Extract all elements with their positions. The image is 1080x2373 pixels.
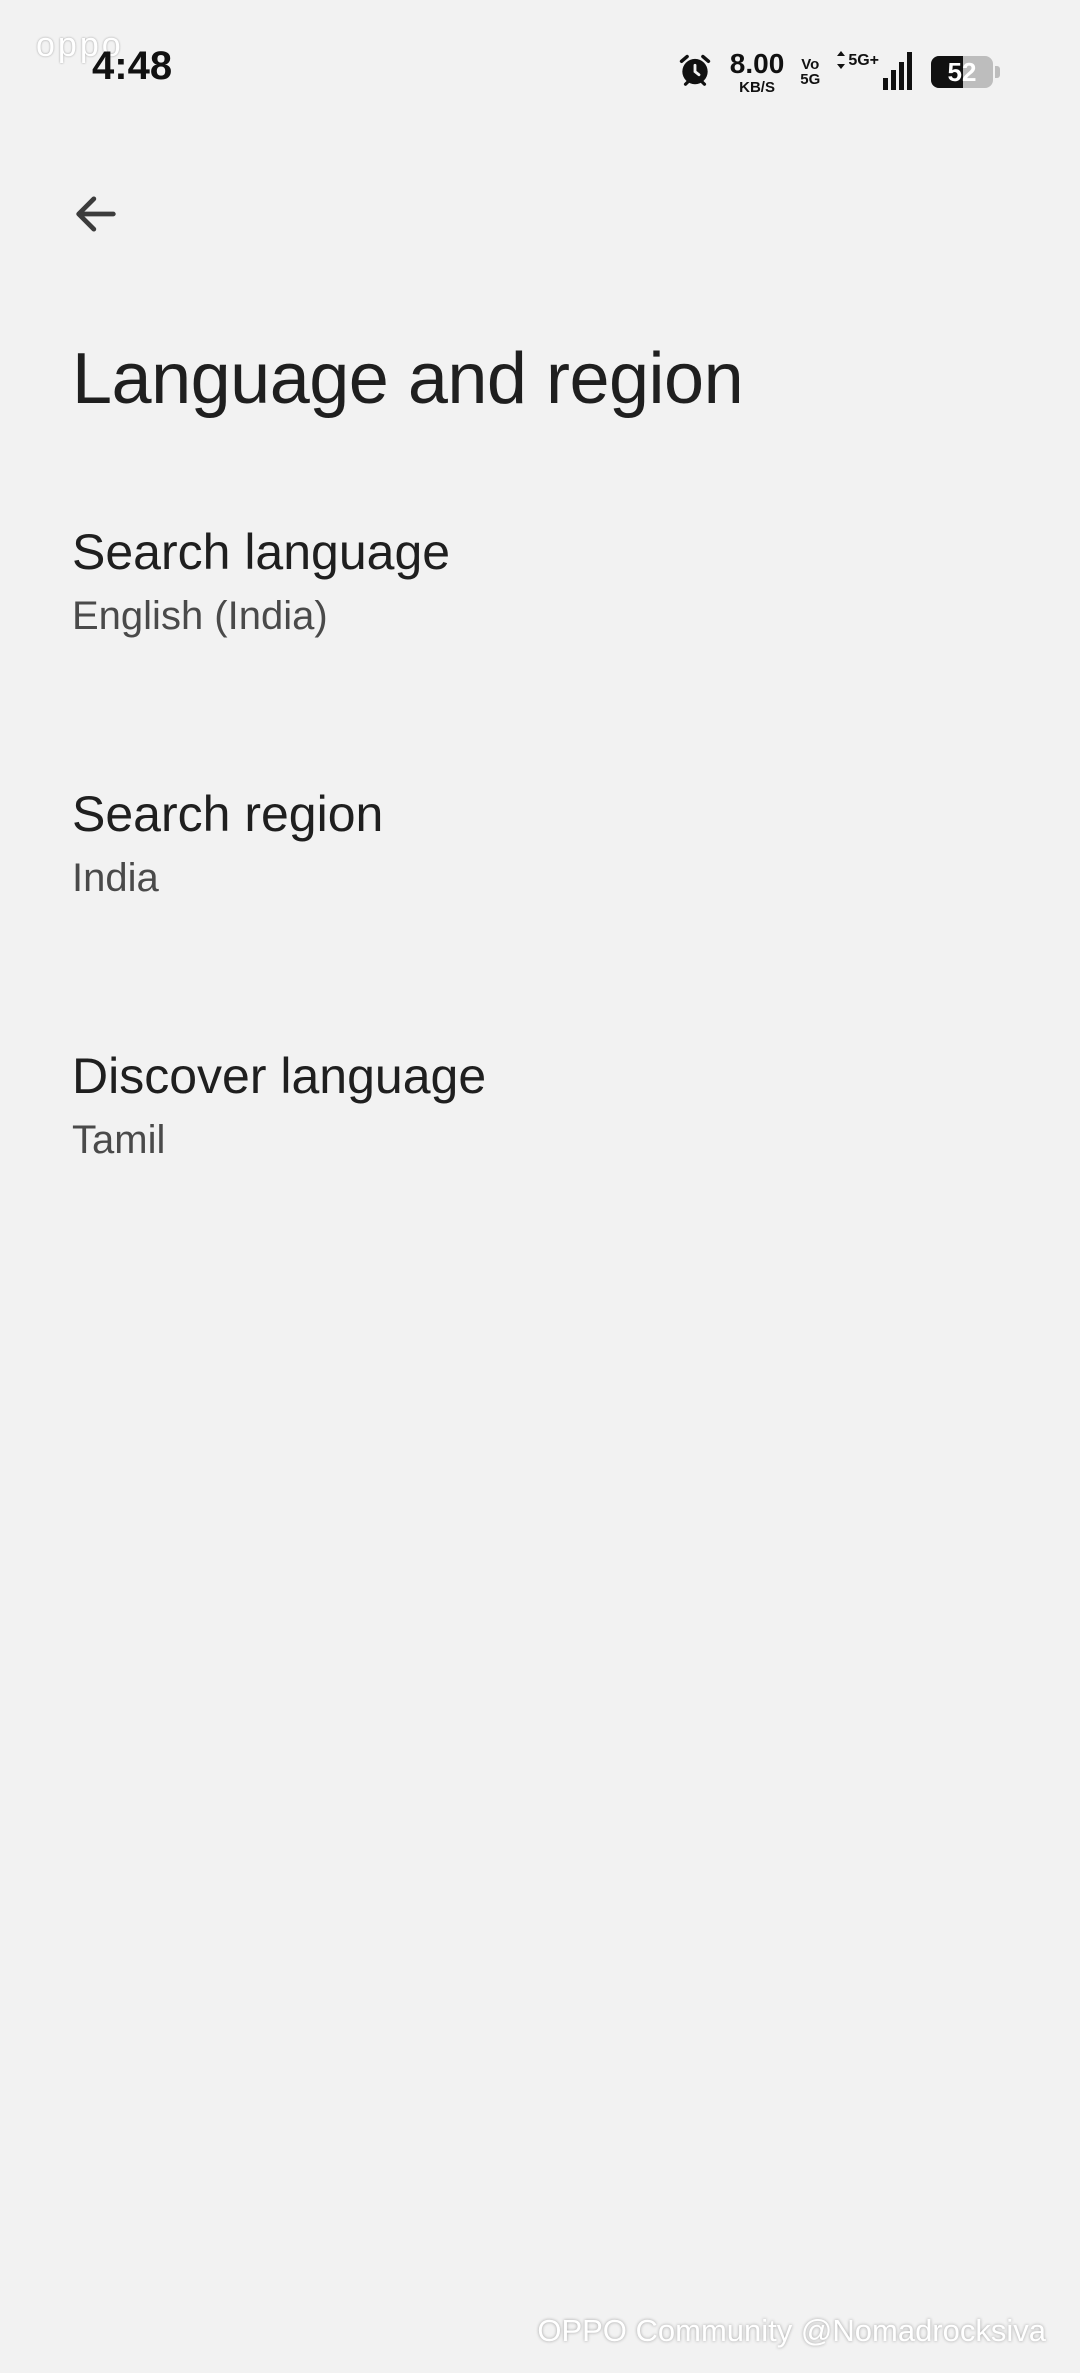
setting-title: Search region (72, 786, 384, 842)
setting-search-region[interactable]: Search region India (0, 762, 1080, 1024)
volte-bottom: 5G (800, 71, 821, 88)
network-speed: 8.00 KB/S (729, 47, 785, 96)
setting-value: Tamil (72, 1118, 166, 1162)
arrow-left-icon (70, 188, 122, 245)
setting-value: India (72, 856, 159, 900)
settings-list: Search language English (India) Search r… (0, 500, 1080, 1286)
footer-watermark: OPPO Community @Nomadrocksiva (537, 2313, 1046, 2348)
signal-bars-icon (881, 50, 915, 95)
battery-icon: 52 (931, 56, 993, 88)
network-speed-unit: KB/S (739, 78, 775, 96)
page-title: Language and region (72, 339, 744, 419)
status-bar: oppo 4:48 8.00 KB/S Vo 5G 5G+ 52 (0, 0, 1080, 130)
setting-value: English (India) (72, 594, 328, 638)
cellular-signal: 5G+ (836, 50, 915, 95)
setting-title: Search language (72, 524, 451, 580)
setting-title: Discover language (72, 1048, 487, 1104)
battery-level: 52 (947, 56, 977, 87)
status-clock: 4:48 (92, 44, 173, 88)
battery-cap (995, 66, 1000, 78)
network-speed-value: 8.00 (729, 47, 785, 79)
setting-discover-language[interactable]: Discover language Tamil (0, 1024, 1080, 1286)
alarm-icon (676, 51, 714, 94)
network-type: 5G+ (848, 51, 879, 69)
data-arrows-icon (836, 50, 846, 75)
volte-indicator: Vo 5G (800, 57, 820, 87)
back-button[interactable] (56, 176, 136, 256)
volte-top: Vo (801, 56, 820, 73)
setting-search-language[interactable]: Search language English (India) (0, 500, 1080, 762)
status-icons: 8.00 KB/S Vo 5G 5G+ 52 (676, 48, 1000, 96)
